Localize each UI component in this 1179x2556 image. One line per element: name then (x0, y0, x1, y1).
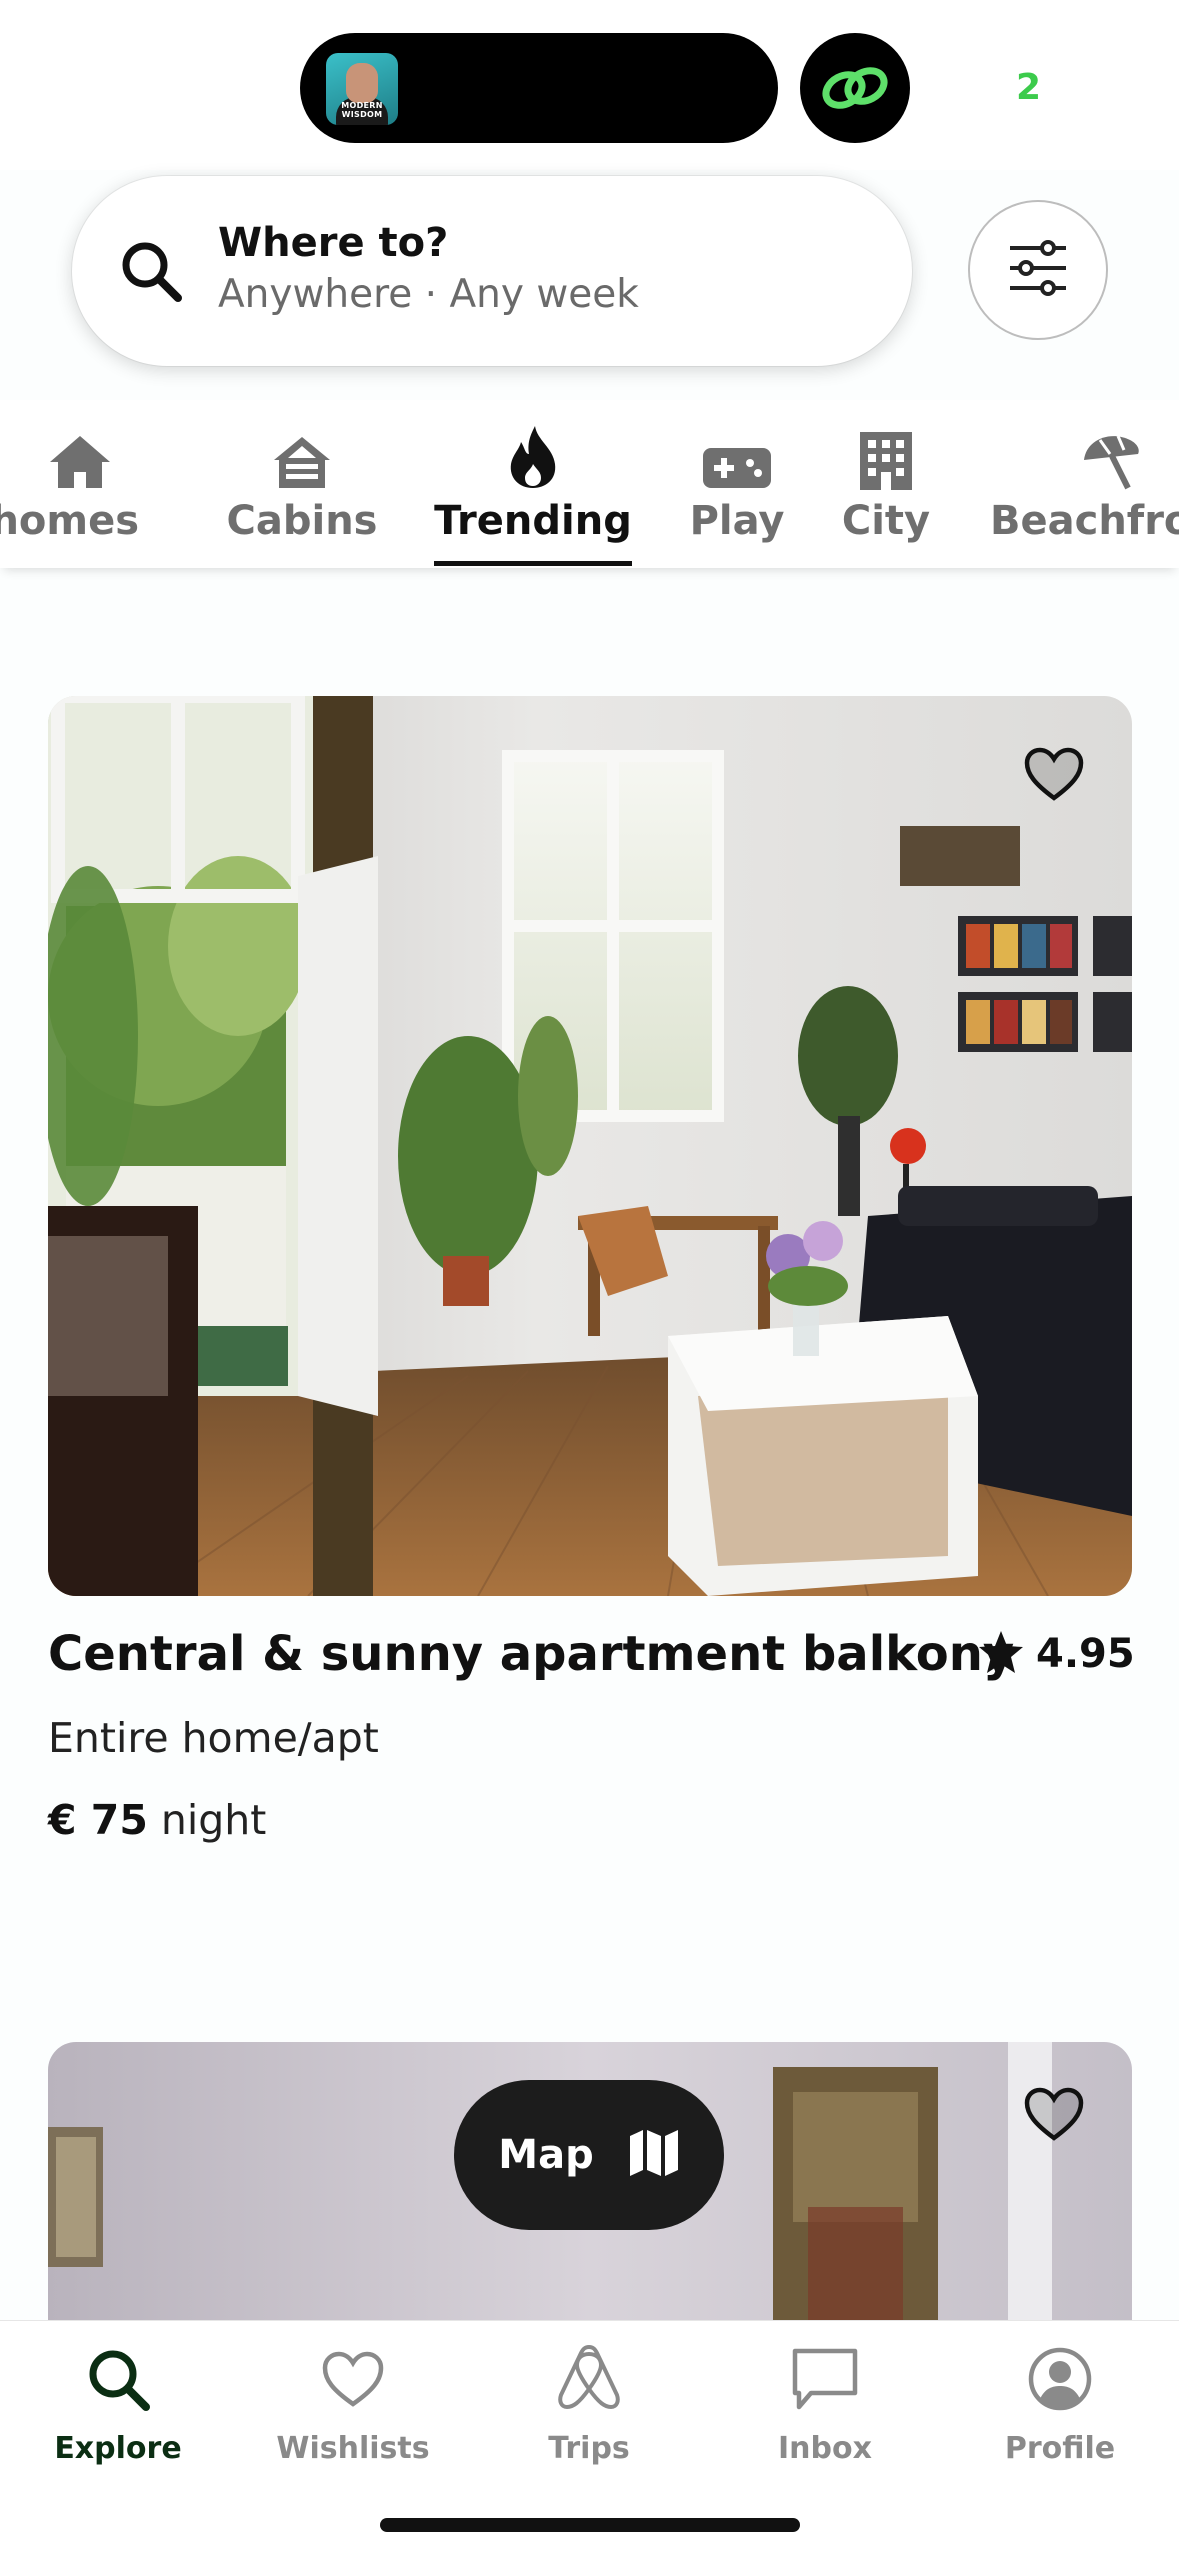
category-city[interactable]: City (834, 400, 938, 568)
listing-type: Entire home/apt (48, 1714, 379, 1762)
podcast-caption: MODERN WISDOM (341, 101, 383, 119)
gamepad-icon (702, 414, 772, 490)
link-icon[interactable] (800, 33, 910, 143)
rating-value: 4.95 (1036, 1631, 1135, 1677)
beach-umbrella-icon (988, 414, 1142, 490)
map-icon (628, 2128, 680, 2182)
tab-explore[interactable]: Explore (18, 2341, 218, 2481)
heart-icon (1023, 746, 1085, 806)
category-beachfront[interactable]: Beachfront (988, 400, 1179, 568)
sliders-icon (1008, 240, 1068, 300)
listing-rating: 4.95 (978, 1624, 1135, 1684)
listing-price-row: € 75 night (48, 1796, 266, 1844)
user-icon (1027, 2341, 1093, 2417)
living-room-photo (48, 696, 1132, 1596)
listing-title[interactable]: Central & sunny apartment balkony (48, 1626, 1014, 1682)
heart-icon (321, 2341, 385, 2417)
map-button[interactable]: Map (454, 2080, 724, 2230)
category-trending[interactable]: Trending (434, 400, 632, 568)
dynamic-island[interactable]: MODERN WISDOM (300, 33, 778, 143)
search-title: Where to? (218, 220, 449, 266)
search-icon (86, 2341, 150, 2417)
category-bar[interactable]: Tiny homes Cabins Trending (0, 400, 1179, 568)
star-icon (978, 1630, 1024, 1678)
search-icon (118, 238, 184, 308)
category-play[interactable]: Play (682, 400, 792, 568)
tab-inbox[interactable]: Inbox (725, 2341, 925, 2481)
message-icon (791, 2341, 859, 2417)
tab-wishlists[interactable]: Wishlists (253, 2341, 453, 2481)
wishlist-heart-button-2[interactable] (1022, 2086, 1086, 2146)
heart-icon (1023, 2086, 1085, 2146)
status-badge: 2 (1016, 68, 1042, 108)
tab-trips[interactable]: Trips (489, 2341, 689, 2481)
listing-price: € 75 (48, 1796, 148, 1844)
status-bar: MODERN WISDOM 2 (0, 0, 1179, 170)
price-unit: night (160, 1796, 267, 1844)
home-indicator[interactable] (380, 2518, 800, 2532)
tab-profile[interactable]: Profile (960, 2341, 1160, 2481)
airbnb-logo-icon (557, 2341, 621, 2417)
house-icon (0, 414, 112, 490)
filters-button[interactable] (968, 200, 1108, 340)
search-bar[interactable]: Where to? Anywhere · Any week (72, 176, 912, 366)
listing-photo[interactable] (48, 696, 1132, 1596)
active-tab-indicator (434, 561, 632, 566)
category-tiny-homes[interactable]: Tiny homes (0, 400, 170, 568)
map-button-label: Map (498, 2132, 594, 2178)
wishlist-heart-button[interactable] (1022, 746, 1086, 806)
cabin-icon (271, 414, 333, 490)
building-icon (858, 414, 914, 490)
category-cabins[interactable]: Cabins (222, 400, 382, 568)
fire-icon (505, 414, 561, 490)
now-playing-artwork: MODERN WISDOM (326, 53, 398, 125)
search-subtitle: Anywhere · Any week (218, 272, 639, 317)
